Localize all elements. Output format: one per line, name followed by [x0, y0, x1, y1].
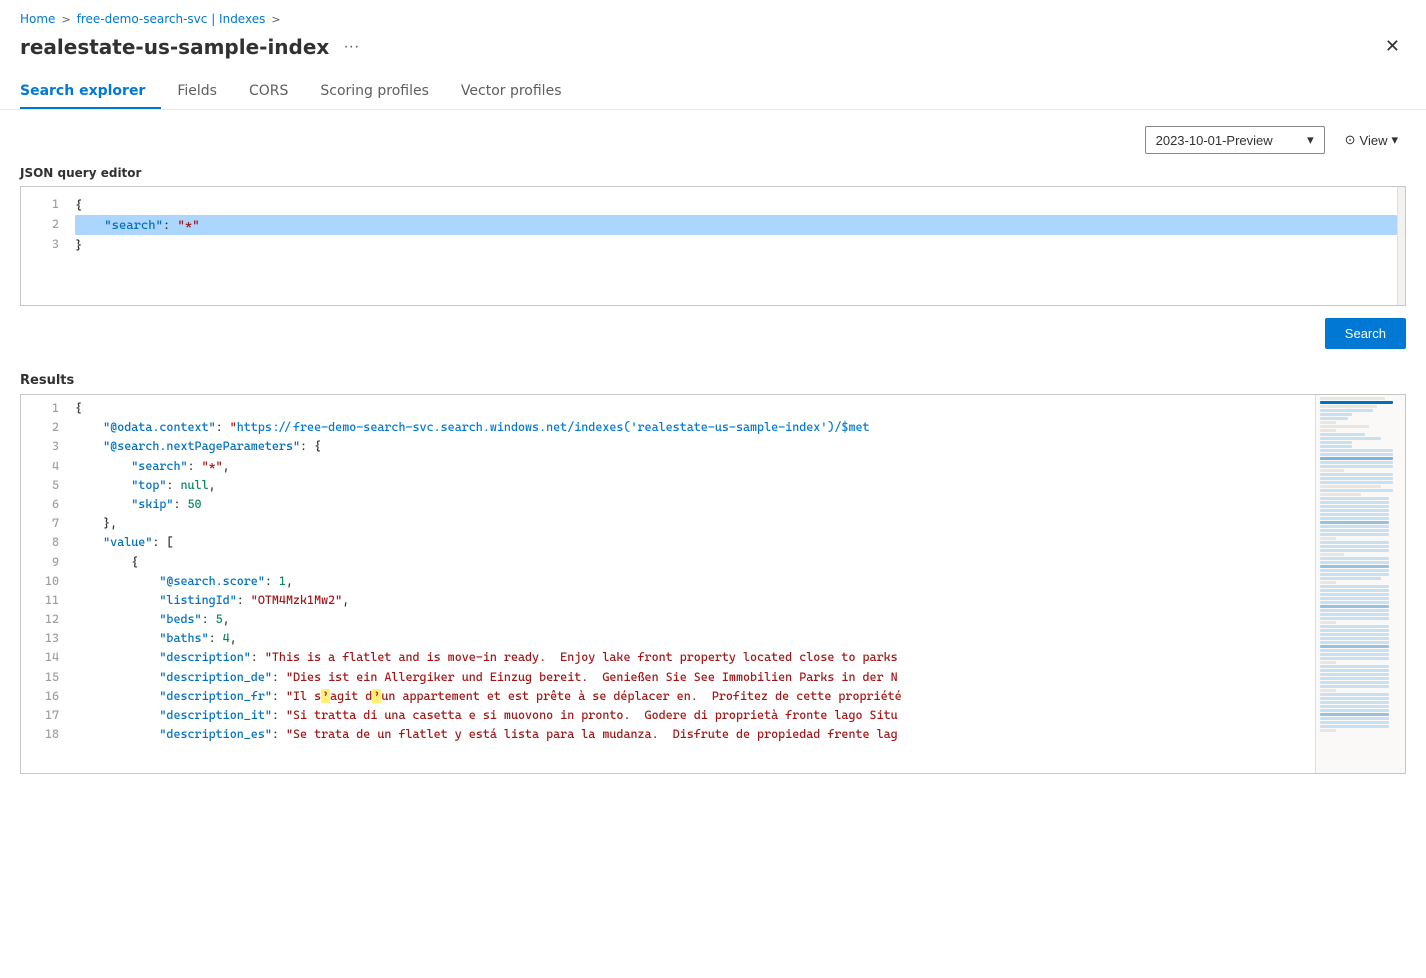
breadcrumb-home[interactable]: Home — [20, 12, 55, 26]
chevron-view-icon: ▾ — [1391, 132, 1398, 148]
result-line-11: 11 "listingId": "OTM4Mzk1Mw2", — [21, 591, 1315, 610]
result-line-2: 2 "@odata.context": "https://free-demo-s… — [21, 418, 1315, 437]
editor-scrollbar[interactable] — [1397, 187, 1405, 305]
breadcrumb-sep1: > — [61, 13, 70, 26]
chevron-down-icon: ▾ — [1307, 132, 1314, 148]
result-line-8: 8 "value": [ — [21, 533, 1315, 552]
result-line-15: 15 "description_de": "Dies ist ein Aller… — [21, 668, 1315, 687]
results-label: Results — [20, 373, 1406, 388]
tab-scoring-profiles[interactable]: Scoring profiles — [304, 75, 445, 109]
tabs-nav: Search explorer Fields CORS Scoring prof… — [20, 75, 1406, 109]
tab-search-explorer[interactable]: Search explorer — [20, 75, 161, 109]
close-button[interactable]: ✕ — [1379, 34, 1406, 59]
result-line-10: 10 "@search.score": 1, — [21, 572, 1315, 591]
odata-context-link[interactable]: https://free-demo-search-svc.search.wind… — [237, 420, 870, 434]
result-line-12: 12 "beds": 5, — [21, 610, 1315, 629]
result-line-4: 4 "search": "*", — [21, 457, 1315, 476]
result-line-7: 7 }, — [21, 514, 1315, 533]
tab-fields[interactable]: Fields — [161, 75, 233, 109]
result-line-1: 1 { — [21, 399, 1315, 418]
results-minimap — [1315, 395, 1405, 773]
result-line-18: 18 "description_es": "Se trata de un fla… — [21, 725, 1315, 744]
api-version-label: 2023-10-01-Preview — [1156, 133, 1273, 148]
api-version-dropdown[interactable]: 2023-10-01-Preview ▾ — [1145, 126, 1325, 154]
breadcrumb-sep2: > — [271, 13, 280, 26]
view-label: View — [1360, 133, 1388, 148]
results-editor: 1 { 2 "@odata.context": "https://free-de… — [20, 394, 1406, 774]
result-line-6: 6 "skip": 50 — [21, 495, 1315, 514]
toolbar: 2023-10-01-Preview ▾ ⊙ View ▾ — [20, 126, 1406, 154]
result-line-3: 3 "@search.nextPageParameters": { — [21, 437, 1315, 456]
result-line-14: 14 "description": "This is a flatlet and… — [21, 648, 1315, 667]
tab-vector-profiles[interactable]: Vector profiles — [445, 75, 578, 109]
results-lines: 1 { 2 "@odata.context": "https://free-de… — [21, 395, 1315, 773]
ellipsis-button[interactable]: ··· — [337, 36, 365, 58]
eye-icon: ⊙ — [1345, 132, 1356, 148]
result-line-9: 9 { — [21, 553, 1315, 572]
editor-line-3: 3 } — [21, 235, 1405, 255]
result-line-13: 13 "baths": 4, — [21, 629, 1315, 648]
page-title: realestate-us-sample-index — [20, 35, 329, 59]
result-line-5: 5 "top": null, — [21, 476, 1315, 495]
search-button[interactable]: Search — [1325, 318, 1406, 349]
editor-label: JSON query editor — [20, 166, 1406, 180]
result-line-17: 17 "description_it": "Si tratta di una c… — [21, 706, 1315, 725]
breadcrumb-service[interactable]: free-demo-search-svc | Indexes — [77, 12, 266, 26]
tab-cors[interactable]: CORS — [233, 75, 304, 109]
view-button[interactable]: ⊙ View ▾ — [1337, 127, 1406, 153]
breadcrumb: Home > free-demo-search-svc | Indexes > — [20, 12, 1406, 26]
json-query-editor[interactable]: 1 { 2 "search": "*" 3 } — [20, 186, 1406, 306]
editor-line-1: 1 { — [21, 195, 1405, 215]
result-line-16: 16 "description_fr": "Il s’agit d’un app… — [21, 687, 1315, 706]
editor-line-2: 2 "search": "*" — [21, 215, 1405, 235]
